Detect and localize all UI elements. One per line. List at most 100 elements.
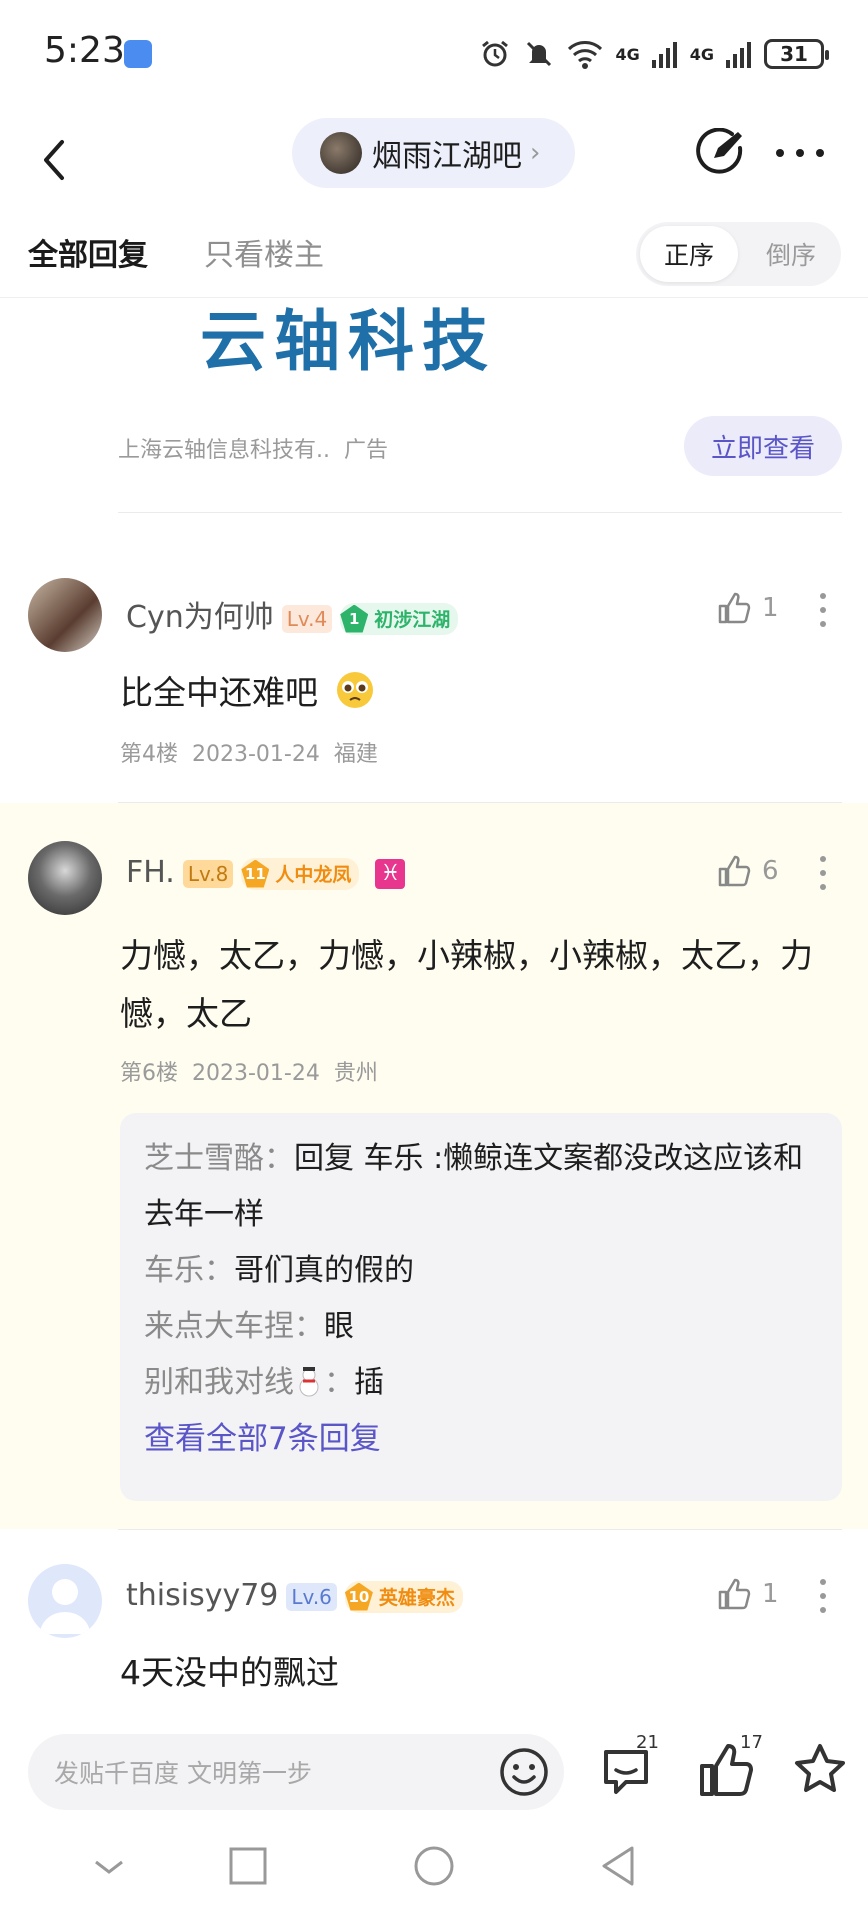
forum-link-button[interactable]: 烟雨江湖吧 ›: [292, 118, 575, 188]
reply-tabs: 全部回复 只看楼主 正序 倒序: [0, 222, 868, 298]
back-icon[interactable]: [30, 130, 80, 190]
snowman-emoji-icon: [299, 1367, 319, 1397]
home-icon[interactable]: [412, 1844, 456, 1888]
like-button[interactable]: 6: [716, 853, 779, 889]
like-count: 17: [740, 1732, 763, 1753]
alarm-icon: [482, 40, 509, 67]
badge-gem-icon: 11: [241, 859, 270, 888]
browser-indicator-icon: [124, 40, 152, 68]
sub-reply-text: 哥们真的假的: [234, 1253, 414, 1288]
post-location: 福建: [333, 742, 378, 767]
post-content: 比全中还难吧: [120, 664, 840, 722]
pleading-face-emoji-icon: [336, 672, 373, 708]
bottom-action-bar: 发贴千百度 文明第一步 21 17: [0, 1710, 868, 1830]
username[interactable]: Cyn为何帅: [126, 600, 274, 635]
star-icon[interactable]: [788, 1738, 852, 1802]
post-content: 力憾，太乙，力憾，小辣椒，小辣椒，太乙，力憾，太乙: [120, 936, 813, 1033]
sub-reply-author[interactable]: 别和我对线: [144, 1365, 294, 1400]
like-button[interactable]: 1: [716, 590, 779, 626]
system-nav-bar: [0, 1830, 868, 1920]
signal-icon: [651, 42, 677, 68]
sub-reply-author[interactable]: 芝士雪酪: [144, 1141, 264, 1176]
signal-icon: [726, 42, 751, 68]
ad-advertiser-name: 上海云轴信息科技有..: [118, 438, 330, 463]
avatar[interactable]: [28, 841, 102, 915]
post-content: 4天没中的飘过: [120, 1653, 339, 1692]
avatar[interactable]: [28, 1564, 102, 1638]
zodiac-pisces-icon: ♓: [375, 858, 406, 889]
badge-gem-icon: 1: [340, 604, 369, 633]
title-badge: 1 初涉江湖: [340, 602, 459, 635]
recent-apps-icon[interactable]: [228, 1846, 268, 1886]
more-icon[interactable]: [772, 128, 828, 178]
wifi-icon: [568, 41, 603, 69]
status-icons: 4G 4G 31: [479, 34, 829, 74]
username[interactable]: thisisyy79: [126, 1578, 278, 1613]
reply-post: thisisyy79 Lv.6 10 英雄豪杰 1 4天没中的飘过: [0, 1530, 868, 1710]
thumbs-up-icon: [718, 1578, 751, 1610]
sub-reply: 芝士雪酪：回复 车乐 :懒鲸连文案都没改这应该和去年一样: [144, 1141, 804, 1232]
post-text: 比全中还难吧: [120, 673, 318, 712]
top-nav-bar: 烟雨江湖吧 ›: [0, 110, 868, 230]
battery-level: 31: [780, 42, 808, 66]
reply-input-placeholder: 发贴千百度 文明第一步: [54, 1759, 312, 1788]
emoji-icon[interactable]: [498, 1746, 550, 1798]
like-count: 1: [762, 593, 779, 623]
edit-post-icon[interactable]: [696, 128, 746, 178]
sort-order-toggle: 正序 倒序: [636, 222, 841, 286]
level-badge: Lv.6: [286, 1582, 337, 1611]
sort-desc-button[interactable]: 倒序: [746, 226, 836, 282]
post-location: 贵州: [333, 1061, 378, 1086]
forum-avatar: [320, 132, 362, 174]
sort-asc-button[interactable]: 正序: [640, 226, 738, 282]
sub-reply-author[interactable]: 来点大车捏: [144, 1309, 294, 1344]
mute-icon: [527, 41, 552, 67]
sub-replies-box[interactable]: 芝士雪酪：回复 车乐 :懒鲸连文案都没改这应该和去年一样 车乐：哥们真的假的 来…: [120, 1113, 842, 1501]
badge-title: 初涉江湖: [374, 609, 451, 631]
reply-post: FH. Lv.8 11 人中龙凤 ♓ 6 力憾，太乙，力憾，小辣椒，小辣椒，太乙，力憾，…: [0, 803, 868, 1529]
post-menu-icon[interactable]: [818, 1578, 828, 1614]
thumbs-up-icon: [718, 855, 751, 887]
post-author: thisisyy79 Lv.6 10 英雄豪杰: [126, 1578, 463, 1613]
divider: [118, 512, 842, 513]
view-all-replies-link[interactable]: 查看全部7条回复: [144, 1411, 818, 1467]
status-bar: 5:23 4G 4G 31: [0, 0, 868, 110]
battery-icon: 31: [764, 39, 829, 69]
like-count: 6: [762, 856, 779, 886]
like-button[interactable]: 1: [716, 1576, 779, 1612]
post-menu-icon[interactable]: [818, 592, 828, 628]
sub-reply: 别和我对线 ：插: [144, 1365, 384, 1400]
sub-reply: 来点大车捏：眼: [144, 1309, 354, 1344]
badge-title: 人中龙凤: [275, 864, 352, 886]
ad-logo: 云轴科技: [200, 303, 496, 380]
post-meta: 第6楼 2023-01-24 贵州: [120, 1055, 378, 1087]
reply-post: Cyn为何帅 Lv.4 1 初涉江湖 1 比全中还难吧 第4楼 2023-01-24 …: [0, 560, 868, 802]
floor-number: 第4楼: [120, 742, 178, 767]
sub-reply-author[interactable]: 车乐: [144, 1253, 204, 1288]
ad-advertiser: 上海云轴信息科技有.. 广告: [118, 432, 388, 464]
tab-all-replies[interactable]: 全部回复: [28, 230, 148, 274]
tab-owner-only[interactable]: 只看楼主: [204, 230, 324, 274]
reply-input[interactable]: 发贴千百度 文明第一步: [28, 1734, 564, 1810]
post-date: 2023-01-24: [192, 742, 320, 767]
avatar[interactable]: [28, 578, 102, 652]
post-author: FH. Lv.8 11 人中龙凤 ♓: [126, 855, 406, 890]
sub-reply: 车乐：哥们真的假的: [144, 1253, 414, 1288]
comment-count: 21: [636, 1732, 659, 1753]
post-menu-icon[interactable]: [818, 855, 828, 891]
like-count: 1: [762, 1579, 779, 1609]
sub-reply-text: 插: [354, 1365, 384, 1400]
back-triangle-icon[interactable]: [598, 1844, 638, 1888]
default-avatar-icon: [40, 1579, 90, 1634]
title-badge: 11 人中龙凤: [241, 857, 360, 890]
title-badge: 10 英雄豪杰: [344, 1580, 463, 1613]
badge-title: 英雄豪杰: [378, 1587, 455, 1609]
forum-name: 烟雨江湖吧: [372, 139, 522, 174]
post-meta: 第4楼 2023-01-24 福建: [120, 736, 378, 768]
ad-cta-button[interactable]: 立即查看: [684, 416, 842, 476]
ad-label: 广告: [344, 438, 389, 463]
post-author: Cyn为何帅 Lv.4 1 初涉江湖: [126, 592, 459, 636]
network-type-1: 4G: [615, 44, 640, 64]
username[interactable]: FH.: [126, 855, 175, 890]
chevron-down-icon[interactable]: [90, 1852, 128, 1882]
